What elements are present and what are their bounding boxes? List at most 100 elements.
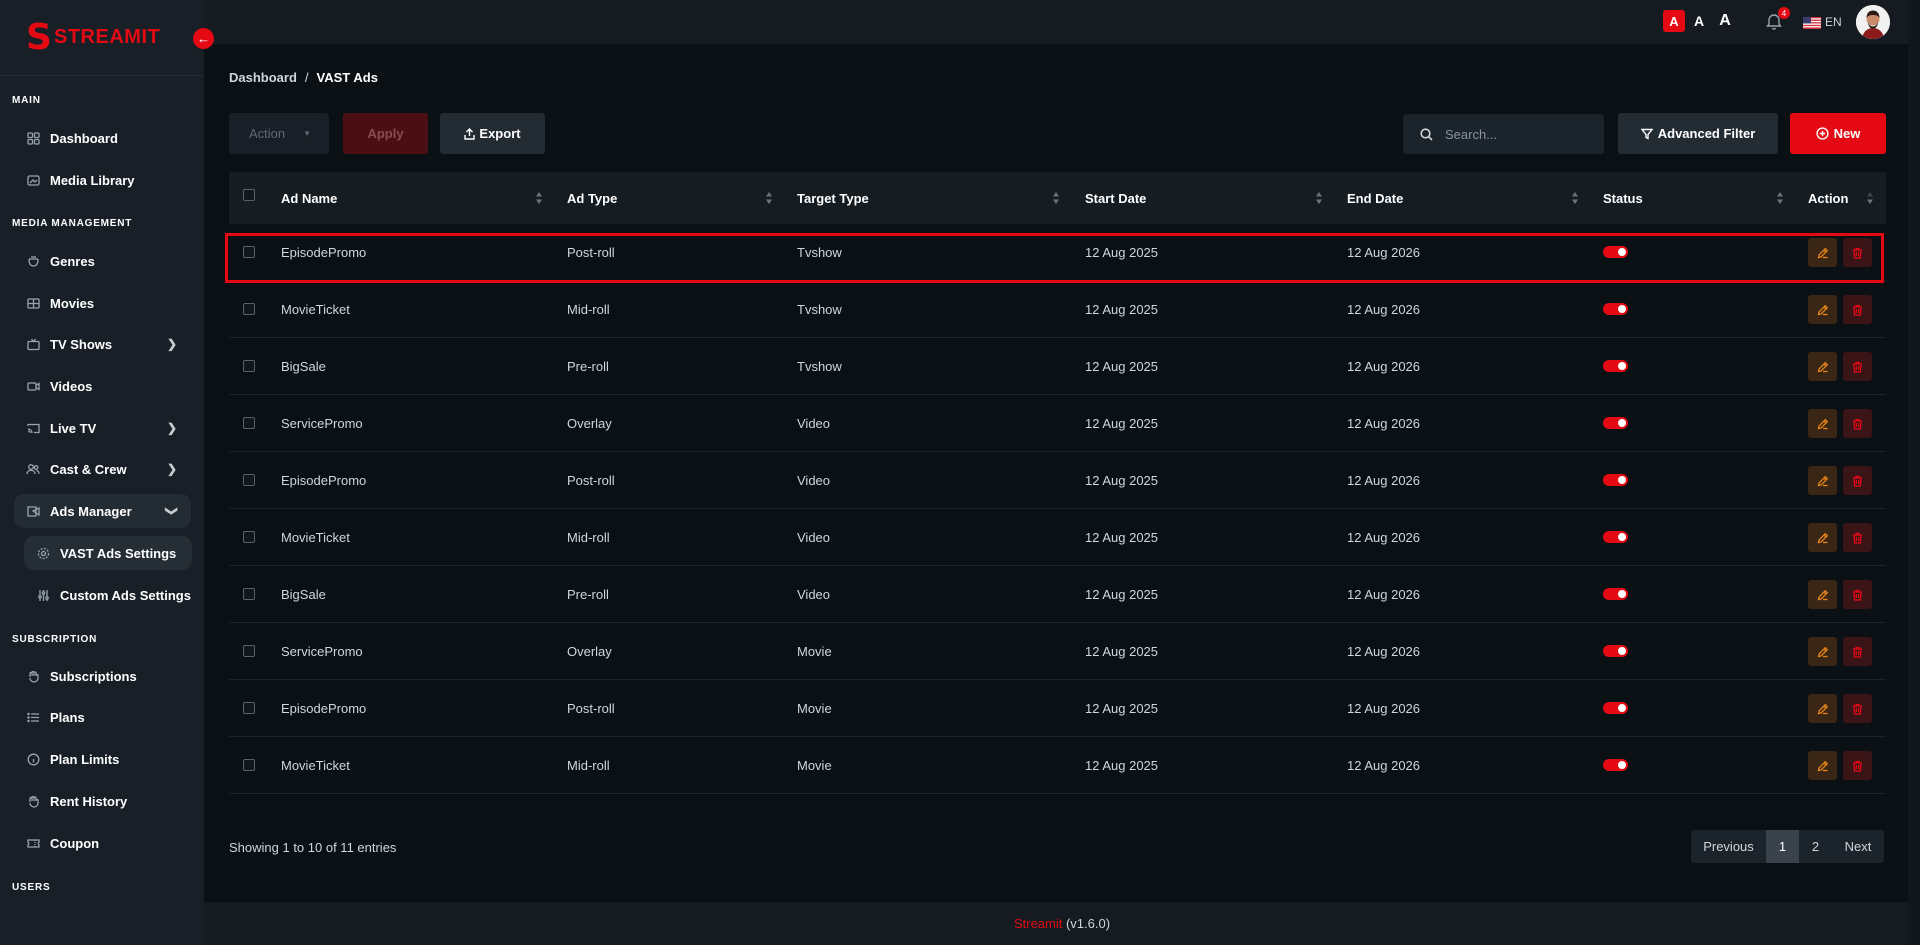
delete-button[interactable] (1843, 637, 1872, 666)
delete-button[interactable] (1843, 694, 1872, 723)
status-toggle[interactable] (1603, 417, 1628, 429)
sort-icon[interactable] (765, 191, 773, 205)
pagination-page-1[interactable]: 1 (1766, 830, 1799, 863)
sidebar-item-coupon[interactable]: Coupon (14, 826, 191, 860)
row-checkbox[interactable] (243, 474, 255, 486)
font-size-small-button[interactable]: A (1663, 10, 1685, 32)
column-header-status[interactable]: Status (1603, 172, 1643, 224)
sidebar-item-plans[interactable]: Plans (14, 700, 191, 734)
sidebar-item-rent-history[interactable]: Rent History (14, 784, 191, 818)
row-checkbox[interactable] (243, 645, 255, 657)
cell-status (1603, 623, 1628, 679)
search-box[interactable] (1403, 114, 1604, 154)
table-row: MovieTicket Mid-roll Tvshow 12 Aug 2025 12 A… (229, 281, 1886, 338)
cell-ad-type: Post-roll (567, 472, 615, 488)
column-header-ad-type[interactable]: Ad Type (567, 172, 617, 224)
sidebar-item-movies[interactable]: Movies (14, 286, 191, 320)
cell-status (1603, 452, 1628, 508)
row-checkbox[interactable] (243, 246, 255, 258)
edit-button[interactable] (1808, 238, 1837, 267)
avatar[interactable] (1856, 5, 1890, 39)
table-row: EpisodePromo Post-roll Video 12 Aug 2025 12 … (229, 452, 1886, 509)
sort-icon[interactable] (1315, 191, 1323, 205)
advanced-filter-button[interactable]: Advanced Filter (1618, 113, 1778, 154)
edit-button[interactable] (1808, 694, 1837, 723)
sidebar-item-plan-limits[interactable]: Plan Limits (14, 742, 191, 776)
edit-button[interactable] (1808, 295, 1837, 324)
status-toggle[interactable] (1603, 702, 1628, 714)
collapse-sidebar-button[interactable]: ← (193, 28, 214, 49)
status-toggle[interactable] (1603, 531, 1628, 543)
font-size-large-button[interactable]: A (1714, 10, 1736, 32)
sidebar-item-genres[interactable]: Genres (14, 244, 191, 278)
sort-icon[interactable] (535, 191, 543, 205)
brand-logo[interactable]: S STREAMIT (0, 0, 204, 76)
pagination-next[interactable]: Next (1832, 830, 1884, 863)
search-input[interactable] (1445, 126, 1595, 142)
row-checkbox[interactable] (243, 417, 255, 429)
edit-button[interactable] (1808, 751, 1837, 780)
delete-button[interactable] (1843, 466, 1872, 495)
delete-button[interactable] (1843, 751, 1872, 780)
delete-button[interactable] (1843, 523, 1872, 552)
sidebar-item-ads-manager[interactable]: Ads Manager ❯ (14, 494, 191, 528)
column-header-start-date[interactable]: Start Date (1085, 172, 1146, 224)
edit-button[interactable] (1808, 637, 1837, 666)
column-header-target-type[interactable]: Target Type (797, 172, 869, 224)
status-toggle[interactable] (1603, 474, 1628, 486)
sidebar-item-live-tv[interactable]: Live TV ❯ (14, 411, 191, 445)
sidebar-item-dashboard[interactable]: Dashboard (14, 121, 191, 155)
cell-target-type: Movie (797, 643, 832, 659)
status-toggle[interactable] (1603, 246, 1628, 258)
new-button[interactable]: New (1790, 113, 1886, 154)
sort-icon[interactable] (1776, 191, 1784, 205)
export-button[interactable]: Export (440, 113, 545, 154)
delete-button[interactable] (1843, 352, 1872, 381)
bulk-action-select[interactable]: Action ▼ (229, 113, 329, 154)
row-checkbox[interactable] (243, 588, 255, 600)
footer-brand-link[interactable]: Streamit (1014, 916, 1062, 931)
language-selector[interactable]: EN (1825, 15, 1842, 29)
sidebar-item-media-library[interactable]: Media Library (14, 163, 191, 197)
us-flag-icon[interactable] (1803, 16, 1821, 29)
row-checkbox[interactable] (243, 531, 255, 543)
delete-button[interactable] (1843, 238, 1872, 267)
sidebar-item-custom-ads-settings[interactable]: Custom Ads Settings (24, 578, 192, 612)
status-toggle[interactable] (1603, 303, 1628, 315)
status-toggle[interactable] (1603, 360, 1628, 372)
edit-button[interactable] (1808, 409, 1837, 438)
column-header-ad-name[interactable]: Ad Name (281, 172, 337, 224)
select-all-checkbox[interactable] (243, 189, 255, 201)
sidebar-item-vast-ads-settings[interactable]: VAST Ads Settings (24, 536, 192, 570)
delete-button[interactable] (1843, 295, 1872, 324)
cell-end-date: 12 Aug 2026 (1347, 358, 1421, 374)
font-size-medium-button[interactable]: A (1688, 10, 1710, 32)
status-toggle[interactable] (1603, 588, 1628, 600)
column-header-end-date[interactable]: End Date (1347, 172, 1403, 224)
status-toggle[interactable] (1603, 645, 1628, 657)
delete-button[interactable] (1843, 580, 1872, 609)
sort-icon[interactable] (1866, 191, 1874, 205)
edit-button[interactable] (1808, 352, 1837, 381)
edit-button[interactable] (1808, 523, 1837, 552)
pagination-page-2[interactable]: 2 (1799, 830, 1832, 863)
pagination-previous[interactable]: Previous (1691, 830, 1766, 863)
sort-icon[interactable] (1052, 191, 1060, 205)
row-checkbox[interactable] (243, 702, 255, 714)
column-header-action[interactable]: Action (1808, 172, 1848, 224)
delete-button[interactable] (1843, 409, 1872, 438)
sidebar-item-tv-shows[interactable]: TV Shows ❯ (14, 327, 191, 361)
sort-icon[interactable] (1571, 191, 1579, 205)
edit-button[interactable] (1808, 466, 1837, 495)
scrollbar[interactable] (1908, 0, 1920, 945)
row-checkbox[interactable] (243, 360, 255, 372)
edit-button[interactable] (1808, 580, 1837, 609)
row-checkbox[interactable] (243, 303, 255, 315)
sidebar-item-videos[interactable]: Videos (14, 369, 191, 403)
sidebar-item-cast-crew[interactable]: Cast & Crew ❯ (14, 452, 191, 486)
status-toggle[interactable] (1603, 759, 1628, 771)
breadcrumb-dashboard-link[interactable]: Dashboard (229, 70, 297, 85)
sidebar-item-subscriptions[interactable]: Subscriptions (14, 659, 191, 693)
row-checkbox[interactable] (243, 759, 255, 771)
apply-button[interactable]: Apply (343, 113, 428, 154)
